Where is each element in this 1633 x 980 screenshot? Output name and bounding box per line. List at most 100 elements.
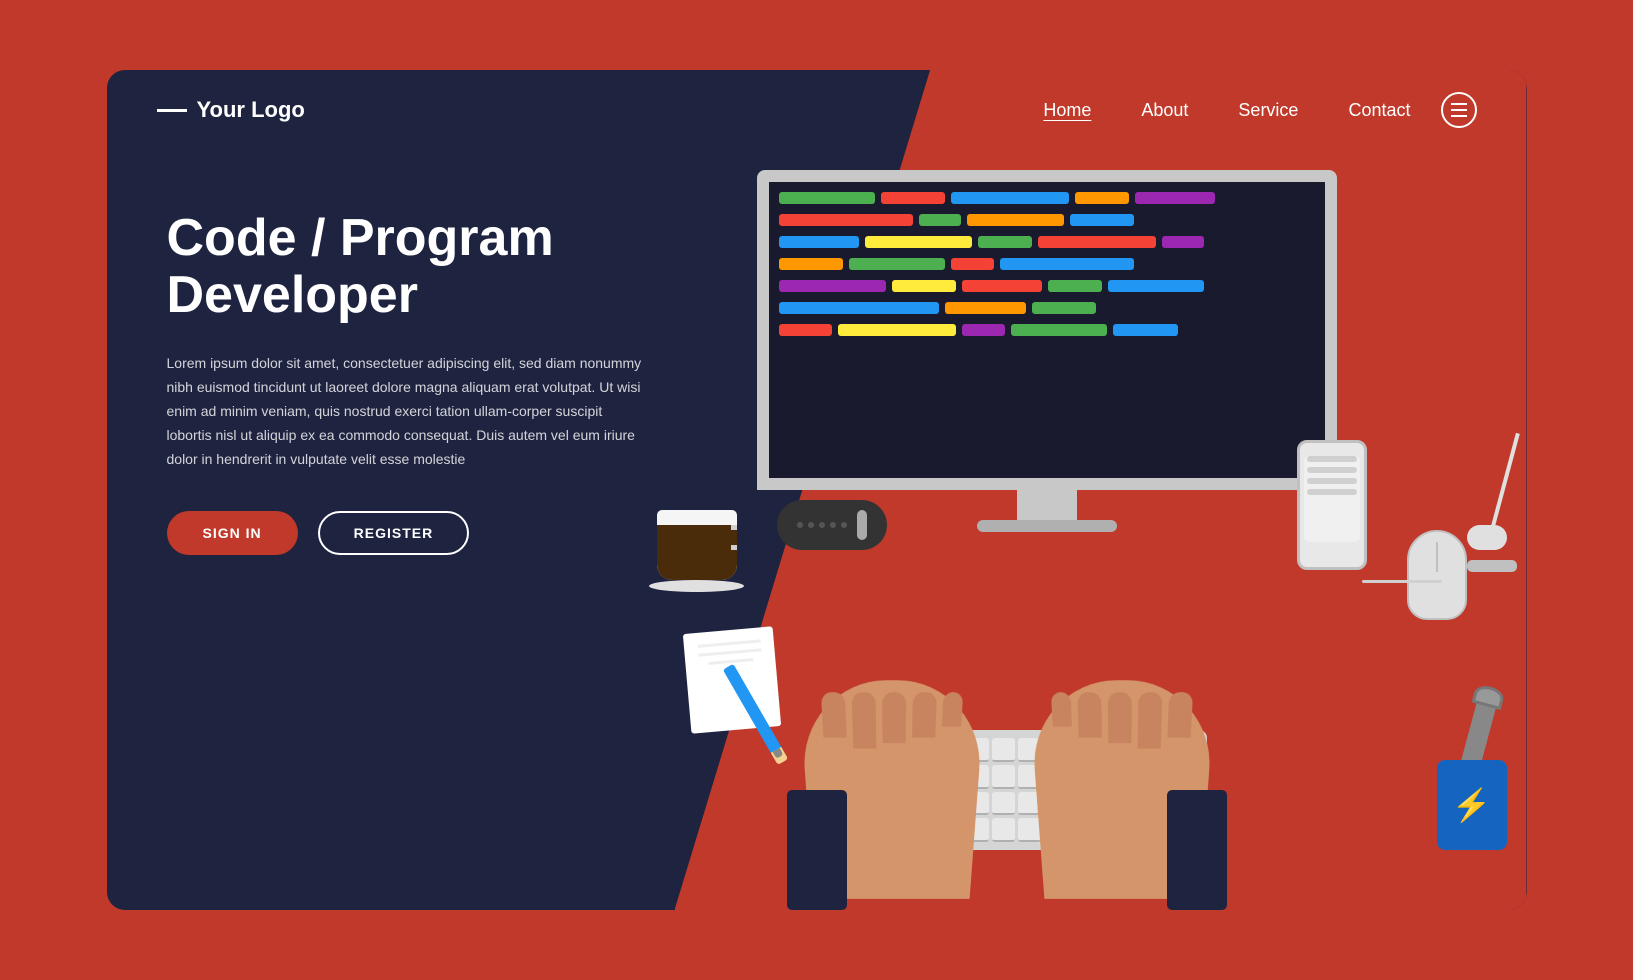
logo-text: Your Logo — [197, 97, 305, 123]
power-bank: ⚡ — [1437, 760, 1507, 850]
speaker-dot-5 — [841, 522, 847, 528]
nav-link-home[interactable]: Home — [1043, 100, 1091, 120]
nav-link-contact[interactable]: Contact — [1348, 100, 1410, 120]
coffee-saucer — [649, 580, 744, 592]
code-line — [779, 324, 1315, 336]
logo-dash — [157, 109, 187, 112]
phone — [1297, 440, 1367, 570]
code-line — [779, 258, 1315, 270]
code-line — [779, 192, 1315, 204]
code-segment — [919, 214, 962, 226]
nav-link-service[interactable]: Service — [1238, 100, 1298, 120]
mic-capsule — [857, 510, 867, 540]
note-line-2 — [698, 648, 761, 656]
code-segment — [1135, 192, 1215, 204]
code-segment — [892, 280, 956, 292]
finger-r4 — [1137, 692, 1162, 748]
code-segment — [1032, 302, 1096, 314]
speaker-dot-2 — [808, 522, 814, 528]
nav-item-home[interactable]: Home — [1043, 100, 1091, 121]
hero-description: Lorem ipsum dolor sit amet, consectetuer… — [167, 352, 647, 471]
finger-r1 — [1050, 692, 1071, 726]
code-segment — [838, 324, 956, 336]
monitor-base — [977, 520, 1117, 532]
monitor-screen — [757, 170, 1337, 490]
wrench-head — [1471, 683, 1505, 710]
finger-2 — [851, 692, 876, 748]
note-line-3 — [707, 658, 752, 665]
code-segment — [779, 236, 859, 248]
phone-screen-line-1 — [1307, 456, 1357, 462]
phone-screen — [1304, 456, 1360, 542]
hamburger-menu-icon[interactable] — [1441, 92, 1477, 128]
lightning-icon: ⚡ — [1452, 786, 1492, 824]
code-line — [779, 302, 1315, 314]
coffee-mug — [657, 510, 737, 580]
lamp-arm — [1490, 433, 1520, 531]
finger-r3 — [1107, 692, 1131, 743]
code-segment — [779, 302, 940, 314]
code-segment — [1108, 280, 1204, 292]
lamp-base — [1467, 560, 1517, 572]
code-segment — [978, 236, 1032, 248]
code-segment — [1011, 324, 1107, 336]
menu-line-3 — [1451, 115, 1467, 117]
finger-4 — [912, 692, 937, 738]
code-segment — [865, 236, 972, 248]
finger-5 — [942, 692, 963, 726]
code-segment — [951, 258, 994, 270]
illustration-area: ⚡ — [627, 150, 1527, 910]
register-button[interactable]: REGISTER — [318, 511, 470, 555]
desk-lamp — [1467, 430, 1517, 580]
nav-link-about[interactable]: About — [1141, 100, 1188, 120]
speaker-dot-1 — [797, 522, 803, 528]
lamp-head — [1467, 525, 1507, 550]
phone-screen-line-2 — [1307, 467, 1357, 473]
main-card: Your Logo Home About Service Contact Cod… — [107, 70, 1527, 910]
speaker-dot-3 — [819, 522, 825, 528]
code-segment — [1113, 324, 1177, 336]
code-segment — [1075, 192, 1129, 204]
nav-links: Home About Service Contact — [1043, 100, 1410, 121]
code-segment — [779, 324, 833, 336]
nav-item-service[interactable]: Service — [1238, 100, 1298, 121]
button-group: SIGN IN REGISTER — [167, 511, 647, 555]
code-segment — [779, 280, 886, 292]
mouse-cable — [1362, 580, 1442, 583]
code-segment — [967, 214, 1063, 226]
code-segment — [951, 192, 1069, 204]
hero-section: Code / Program Developer Lorem ipsum dol… — [167, 210, 647, 555]
nav-item-contact[interactable]: Contact — [1348, 100, 1410, 121]
code-segment — [1038, 236, 1156, 248]
pencil-graphite — [772, 748, 783, 759]
code-segment — [962, 280, 1042, 292]
fingers-right — [1050, 692, 1192, 748]
coffee-handle — [731, 525, 737, 550]
coffee-cup — [647, 510, 747, 610]
code-segment — [779, 214, 913, 226]
mouse-scroll-wheel — [1436, 542, 1438, 572]
logo: Your Logo — [157, 97, 1044, 123]
nav-item-about[interactable]: About — [1141, 100, 1188, 121]
signin-button[interactable]: SIGN IN — [167, 511, 298, 555]
monitor — [757, 170, 1337, 532]
code-segment — [1162, 236, 1205, 248]
code-segment — [962, 324, 1005, 336]
code-segment — [881, 192, 945, 204]
phone-screen-line-4 — [1307, 489, 1357, 495]
coffee-liquid — [657, 525, 737, 580]
finger-r2 — [1077, 692, 1102, 738]
code-segment — [849, 258, 945, 270]
navbar: Your Logo Home About Service Contact — [107, 70, 1527, 150]
monitor-stand — [1017, 490, 1077, 520]
pencil-tip — [770, 747, 787, 765]
speaker-dot-4 — [830, 522, 836, 528]
finger-3 — [882, 692, 906, 743]
menu-line-1 — [1451, 103, 1467, 105]
code-line — [779, 214, 1315, 226]
speaker — [777, 500, 887, 550]
menu-line-2 — [1451, 109, 1467, 111]
mouse — [1407, 530, 1467, 620]
fingers-left — [820, 692, 962, 748]
finger-1 — [820, 692, 846, 738]
